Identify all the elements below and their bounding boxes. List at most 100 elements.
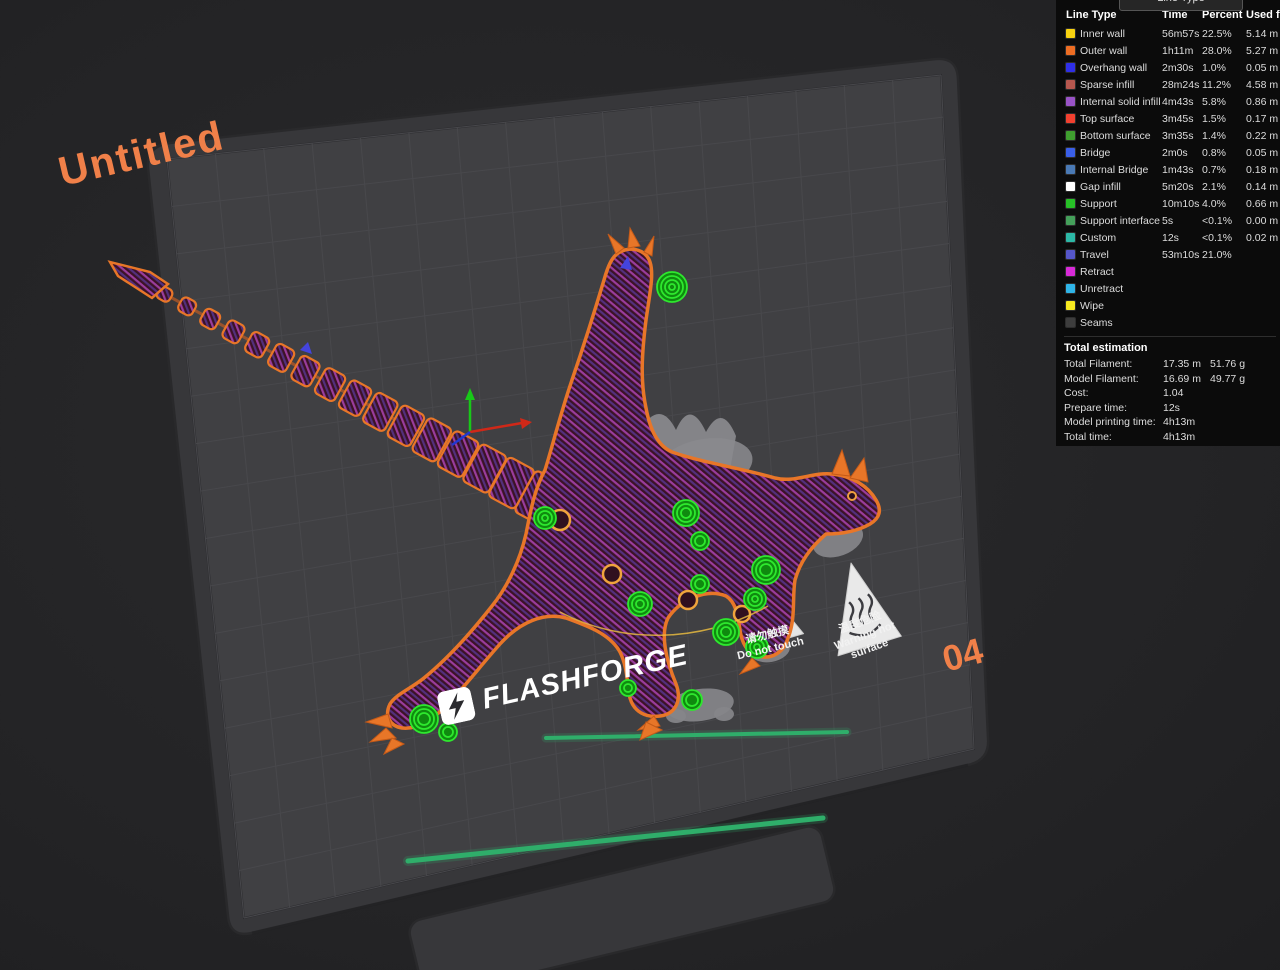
legend-label: Travel	[1080, 249, 1162, 261]
total-estimation-title: Total estimation	[1064, 336, 1276, 357]
legend-percent: <0.1%	[1202, 232, 1246, 244]
legend-used: 0.00 m	[1246, 215, 1280, 227]
legend-percent: 4.0%	[1202, 198, 1246, 210]
legend-used: 0.14 m	[1246, 181, 1280, 193]
legend-swatch	[1066, 63, 1075, 72]
legend-label: Sparse infill	[1080, 79, 1162, 91]
legend-percent: 2.1%	[1202, 181, 1246, 193]
legend-time: 4m43s	[1162, 96, 1202, 108]
totals-rows: Total Filament:17.35 m51.76 gModel Filam…	[1064, 357, 1280, 444]
total-estimation: Total estimation Total Filament:17.35 m5…	[1056, 331, 1280, 444]
legend-percent: 11.2%	[1202, 79, 1246, 91]
legend-row-unretract: Unretract	[1056, 280, 1280, 297]
legend-percent: 22.5%	[1202, 28, 1246, 40]
legend-row-bridge: Bridge2m0s0.8%0.05 m	[1056, 144, 1280, 161]
legend-used: 0.18 m	[1246, 164, 1280, 176]
legend-label: Seams	[1080, 317, 1162, 329]
total-value: 4h13m	[1163, 431, 1210, 443]
total-label: Total time:	[1064, 431, 1163, 443]
legend-used: 4.58 m	[1246, 79, 1280, 91]
legend-label: Support interface	[1080, 215, 1162, 227]
legend-label: Internal Bridge	[1080, 164, 1162, 176]
legend-row-support-interface: Support interface5s<0.1%0.00 m	[1056, 212, 1280, 229]
total-row-model-printing-time-: Model printing time:4h13m	[1064, 415, 1280, 430]
legend-swatch	[1066, 250, 1075, 259]
legend-rows: Inner wall56m57s22.5%5.14 mOuter wall1h1…	[1056, 25, 1280, 331]
legend-row-sparse-infill: Sparse infill28m24s11.2%4.58 m	[1056, 76, 1280, 93]
total-value: 4h13m	[1163, 416, 1210, 428]
legend-used: 0.05 m	[1246, 62, 1280, 74]
legend-time: 1m43s	[1162, 164, 1202, 176]
joint-ring	[603, 565, 621, 583]
legend-used: 5.27 m	[1246, 45, 1280, 57]
legend-row-bottom-surface: Bottom surface3m35s1.4%0.22 m	[1056, 127, 1280, 144]
legend-time: 53m10s	[1162, 249, 1202, 261]
legend-swatch	[1066, 301, 1075, 310]
total-row-prepare-time-: Prepare time:12s	[1064, 401, 1280, 416]
legend-label: Bridge	[1080, 147, 1162, 159]
total-value: 12s	[1163, 402, 1210, 414]
legend-swatch	[1066, 148, 1075, 157]
legend-time: 56m57s	[1162, 28, 1202, 40]
legend-percent: <0.1%	[1202, 215, 1246, 227]
legend-row-inner-wall: Inner wall56m57s22.5%5.14 m	[1056, 25, 1280, 42]
total-value2: 49.77 g	[1210, 373, 1280, 385]
legend-row-custom: Custom12s<0.1%0.02 m	[1056, 229, 1280, 246]
legend-swatch	[1066, 97, 1075, 106]
legend-percent: 1.4%	[1202, 130, 1246, 142]
joint-ring	[734, 606, 750, 622]
legend-swatch	[1066, 284, 1075, 293]
legend-row-outer-wall: Outer wall1h11m28.0%5.27 m	[1056, 42, 1280, 59]
legend-percent: 0.8%	[1202, 147, 1246, 159]
line-type-dropdown[interactable]: Line Type	[1119, 0, 1243, 11]
legend-label: Overhang wall	[1080, 62, 1162, 74]
total-row-total-filament-: Total Filament:17.35 m51.76 g	[1064, 357, 1280, 372]
legend-label: Internal solid infill	[1080, 96, 1162, 108]
legend-time: 5s	[1162, 215, 1202, 227]
legend-row-internal-solid-infill: Internal solid infill4m43s5.8%0.86 m	[1056, 93, 1280, 110]
legend-swatch	[1066, 80, 1075, 89]
legend-time: 3m45s	[1162, 113, 1202, 125]
legend-time: 5m20s	[1162, 181, 1202, 193]
legend-time: 10m10s	[1162, 198, 1202, 210]
legend-swatch	[1066, 233, 1075, 242]
dragon-eye	[848, 492, 856, 500]
legend-row-top-surface: Top surface3m45s1.5%0.17 m	[1056, 110, 1280, 127]
total-value2: 51.76 g	[1210, 358, 1280, 370]
legend-used: 0.22 m	[1246, 130, 1280, 142]
legend-used: 0.02 m	[1246, 232, 1280, 244]
legend-time: 12s	[1162, 232, 1202, 244]
legend-time: 2m30s	[1162, 62, 1202, 74]
legend-label: Support	[1080, 198, 1162, 210]
legend-percent: 1.5%	[1202, 113, 1246, 125]
legend-used: 0.05 m	[1246, 147, 1280, 159]
line-type-panel: Line Type Time Percent Used filament Inn…	[1056, 0, 1280, 446]
flashforge-logo-icon	[436, 686, 477, 727]
legend-header-used: Used filament	[1246, 9, 1280, 21]
legend-label: Unretract	[1080, 283, 1162, 295]
total-value: 17.35 m	[1163, 358, 1210, 370]
legend-percent: 1.0%	[1202, 62, 1246, 74]
legend-swatch	[1066, 165, 1075, 174]
legend-label: Bottom surface	[1080, 130, 1162, 142]
legend-swatch	[1066, 267, 1075, 276]
legend-percent: 0.7%	[1202, 164, 1246, 176]
total-value: 16.69 m	[1163, 373, 1210, 385]
legend-row-gap-infill: Gap infill5m20s2.1%0.14 m	[1056, 178, 1280, 195]
joint-ring	[679, 591, 697, 609]
legend-time: 3m35s	[1162, 130, 1202, 142]
legend-swatch	[1066, 182, 1075, 191]
legend-swatch	[1066, 318, 1075, 327]
legend-percent: 28.0%	[1202, 45, 1246, 57]
total-label: Prepare time:	[1064, 402, 1163, 414]
legend-swatch	[1066, 29, 1075, 38]
legend-label: Inner wall	[1080, 28, 1162, 40]
total-row-total-time-: Total time:4h13m	[1064, 430, 1280, 445]
legend-label: Outer wall	[1080, 45, 1162, 57]
total-row-cost-: Cost:1.04	[1064, 386, 1280, 401]
legend-used: 5.14 m	[1246, 28, 1280, 40]
legend-swatch	[1066, 199, 1075, 208]
legend-percent: 5.8%	[1202, 96, 1246, 108]
legend-row-overhang-wall: Overhang wall2m30s1.0%0.05 m	[1056, 59, 1280, 76]
total-label: Model Filament:	[1064, 373, 1163, 385]
